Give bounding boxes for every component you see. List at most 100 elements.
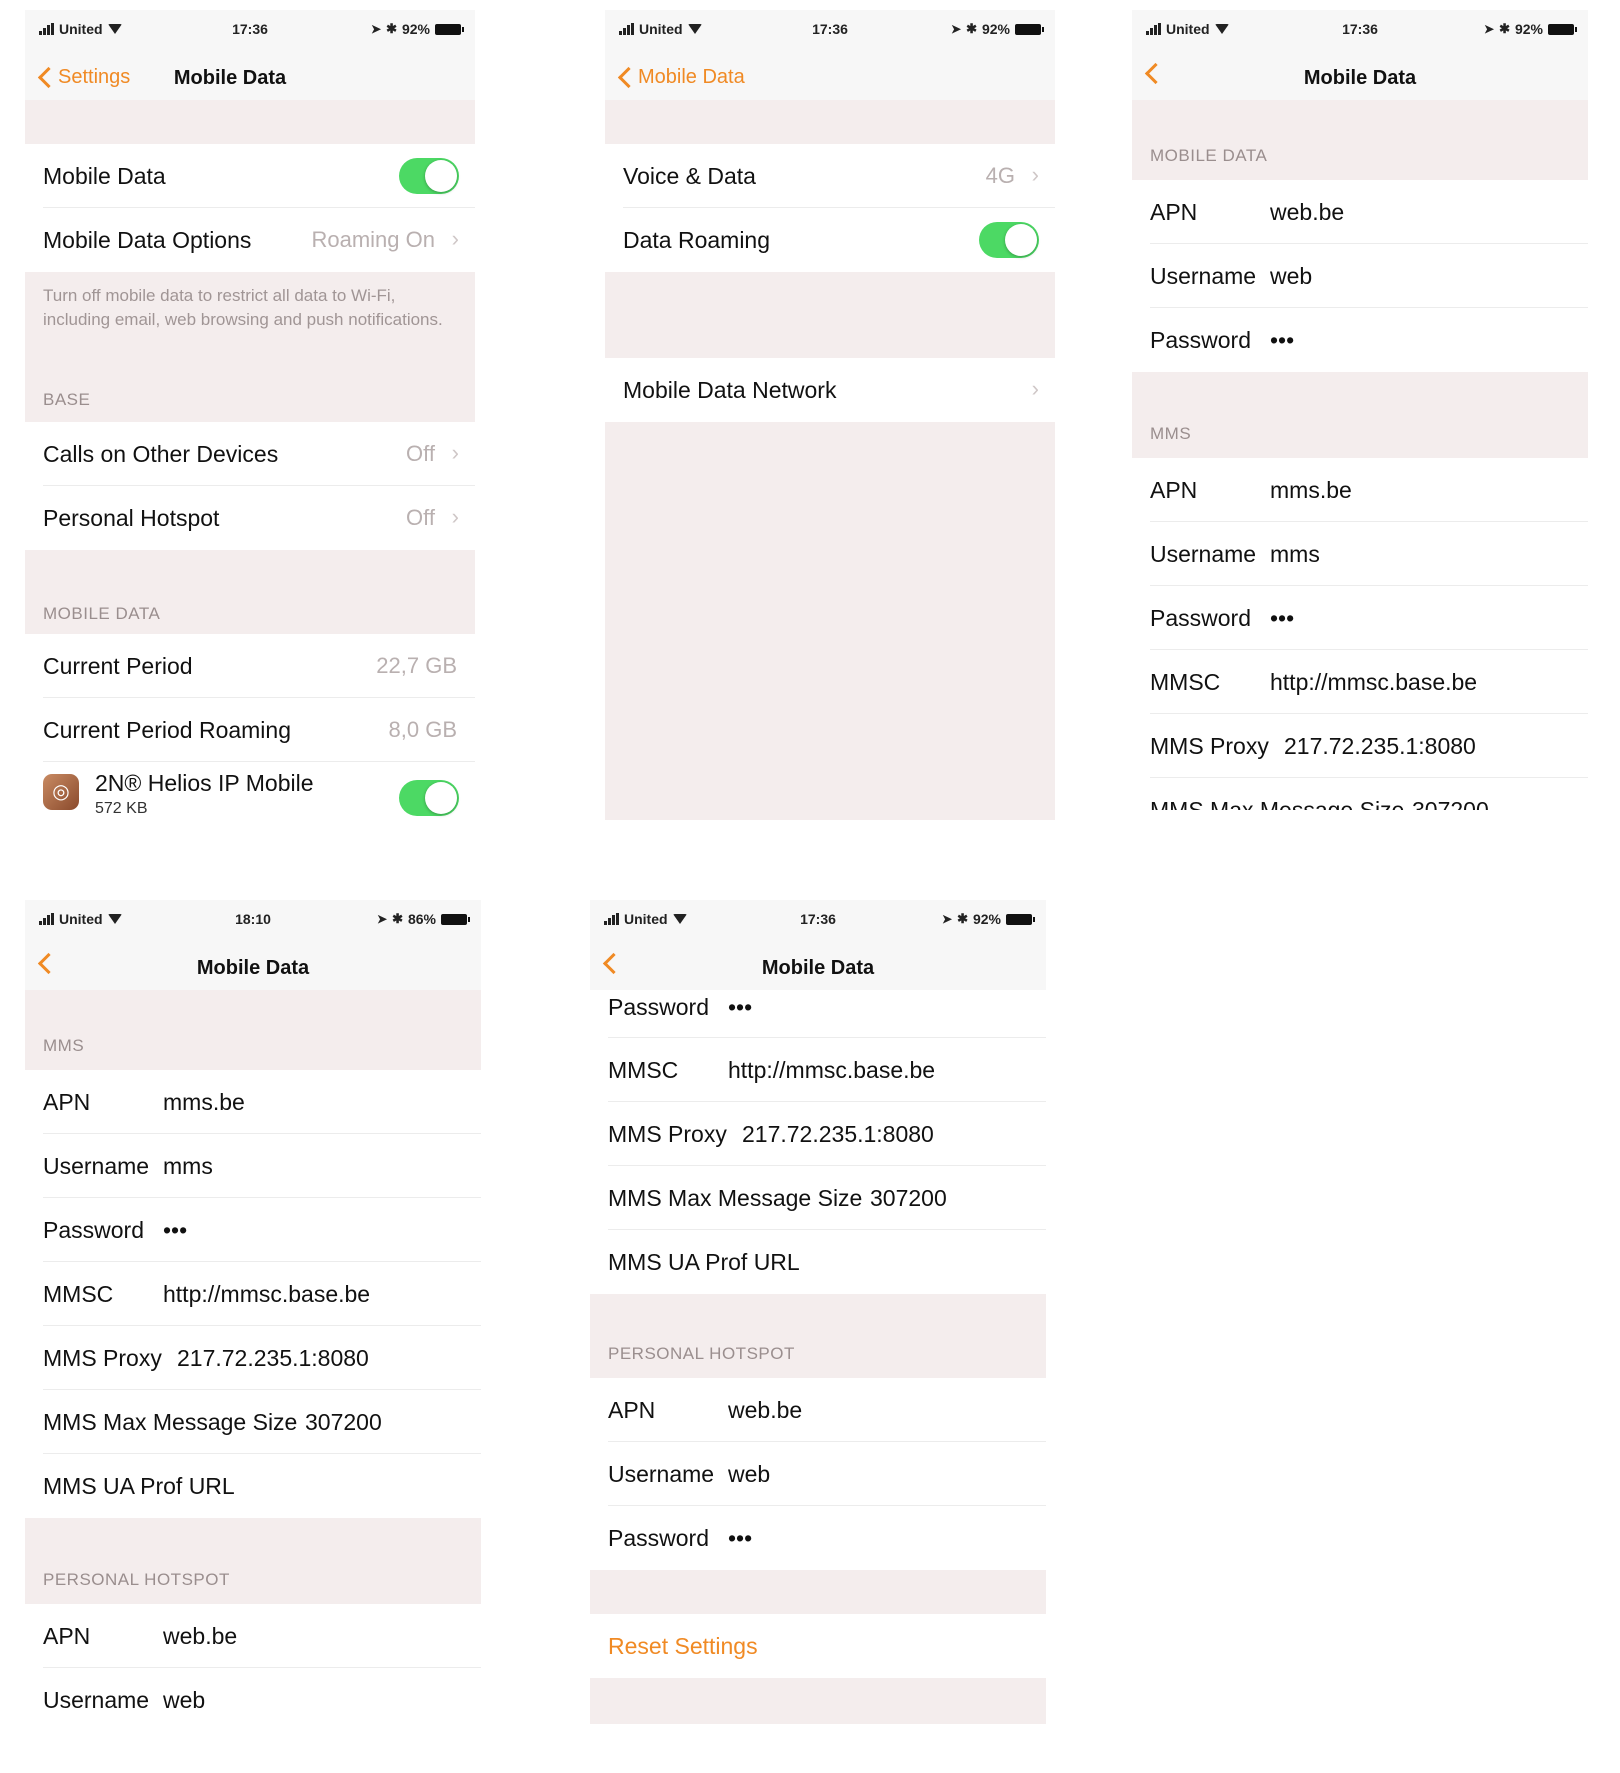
app-data-toggle[interactable] <box>399 780 459 816</box>
mms-proxy-field[interactable]: 217.72.235.1:8080 <box>742 1121 934 1148</box>
voice-data-row[interactable]: Voice & Data 4G › <box>605 144 1055 208</box>
hotspot-apn-field[interactable]: web.be <box>163 1623 237 1650</box>
location-icon: ➤ <box>942 912 953 926</box>
password-field[interactable]: ••• <box>1270 327 1294 354</box>
page-title: Mobile Data <box>196 957 310 979</box>
mms-proxy-row[interactable]: MMS Proxy 217.72.235.1:8080 <box>590 1102 1046 1166</box>
mms-proxy-field[interactable]: 217.72.235.1:8080 <box>177 1345 369 1372</box>
mmsc-field[interactable]: http://mmsc.base.be <box>1270 669 1477 696</box>
password-field[interactable]: ••• <box>728 994 752 1021</box>
hotspot-apn-field[interactable]: web.be <box>728 1397 802 1424</box>
section-header-personal-hotspot: PERSONAL HOTSPOT <box>43 1570 230 1589</box>
mmsc-row[interactable]: MMSC http://mmsc.base.be <box>25 1262 481 1326</box>
row-label: MMS Proxy <box>608 1121 727 1147</box>
mms-password-field[interactable]: ••• <box>1270 605 1294 632</box>
hotspot-password-row[interactable]: Password ••• <box>590 1506 1046 1570</box>
row-label: Current Period Roaming <box>43 717 292 743</box>
row-label: MMSC <box>43 1281 114 1307</box>
mms-apn-row[interactable]: APN mms.be <box>1132 458 1588 522</box>
screen-mms-settings: United 18:10 ➤ ✱ 86% Mobile Data MMS APN m… <box>25 900 481 1730</box>
bluetooth-icon: ✱ <box>392 911 403 926</box>
mms-username-row[interactable]: Username mms <box>1132 522 1588 586</box>
mobile-data-network-row[interactable]: Mobile Data Network › <box>605 358 1055 422</box>
hotspot-username-row[interactable]: Username web <box>590 1442 1046 1506</box>
mms-username-row[interactable]: Username mms <box>25 1134 481 1198</box>
mms-username-field[interactable]: mms <box>163 1153 213 1180</box>
section-group: MMS <box>25 990 481 1070</box>
mms-password-field[interactable]: ••• <box>163 1217 187 1244</box>
data-roaming-toggle[interactable] <box>979 222 1039 258</box>
section-group: MMS <box>1132 372 1588 458</box>
row-label: MMS Max Message Size <box>608 1185 863 1211</box>
mms-max-size-row[interactable]: MMS Max Message Size 307200 <box>590 1166 1046 1230</box>
row-label: Password <box>1150 605 1251 631</box>
mms-ua-prof-row[interactable]: MMS UA Prof URL <box>25 1454 481 1518</box>
row-label: APN <box>1150 199 1198 225</box>
mms-apn-field[interactable]: mms.be <box>1270 477 1352 504</box>
section-header-personal-hotspot: PERSONAL HOTSPOT <box>608 1344 795 1363</box>
mms-apn-field[interactable]: mms.be <box>163 1089 245 1116</box>
mobile-data-row: Mobile Data <box>25 144 475 208</box>
current-period-row: Current Period 22,7 GB <box>25 634 475 698</box>
row-label: MMS Proxy <box>1150 733 1269 759</box>
chevron-left-icon <box>617 66 640 89</box>
mmsc-row[interactable]: MMSC http://mmsc.base.be <box>590 1038 1046 1102</box>
section-spacer <box>590 1678 1046 1724</box>
mms-apn-row[interactable]: APN mms.be <box>25 1070 481 1134</box>
password-row[interactable]: Password ••• <box>1132 308 1588 372</box>
mms-ua-prof-row[interactable]: MMS UA Prof URL <box>590 1230 1046 1294</box>
mms-max-size-field[interactable]: 307200 <box>1412 797 1489 810</box>
section-group: MOBILE DATA <box>1132 100 1588 180</box>
hotspot-username-row[interactable]: Username web <box>25 1668 481 1730</box>
row-label: APN <box>43 1089 91 1115</box>
mms-proxy-row[interactable]: MMS Proxy 217.72.235.1:8080 <box>1132 714 1588 778</box>
hotspot-apn-row[interactable]: APN web.be <box>590 1378 1046 1442</box>
apn-field[interactable]: web.be <box>1270 199 1344 226</box>
mms-max-size-field[interactable]: 307200 <box>305 1409 382 1436</box>
mms-proxy-row[interactable]: MMS Proxy 217.72.235.1:8080 <box>25 1326 481 1390</box>
section-header-mobile-data: MOBILE DATA <box>43 604 161 623</box>
nav-bar: Mobile Data <box>605 54 1055 100</box>
mms-max-size-row[interactable]: MMS Max Message Size 307200 <box>1132 778 1588 810</box>
status-bar: United 18:10 ➤ ✱ 86% <box>25 900 481 944</box>
hotspot-apn-row[interactable]: APN web.be <box>25 1604 481 1668</box>
section-footer-group: Turn off mobile data to restrict all dat… <box>25 272 475 422</box>
app-data-size: 572 KB <box>95 800 148 817</box>
mms-proxy-field[interactable]: 217.72.235.1:8080 <box>1284 733 1476 760</box>
row-value: 4G <box>985 163 1015 188</box>
row-label: Current Period <box>43 653 193 679</box>
battery-percent: 92% <box>401 21 430 37</box>
mmsc-field[interactable]: http://mmsc.base.be <box>728 1057 935 1084</box>
mobile-data-options-row[interactable]: Mobile Data Options Roaming On › <box>25 208 475 272</box>
username-field[interactable]: web <box>1270 263 1312 290</box>
app-data-row: ◎ 2N® Helios IP Mobile 572 KB <box>25 762 475 834</box>
personal-hotspot-row[interactable]: Personal Hotspot Off › <box>25 486 475 550</box>
row-label: MMS UA Prof URL <box>608 1249 800 1275</box>
hotspot-username-field[interactable]: web <box>728 1461 770 1488</box>
mms-max-size-row[interactable]: MMS Max Message Size 307200 <box>25 1390 481 1454</box>
app-icon: ◎ <box>43 774 79 810</box>
reset-settings-button[interactable]: Reset Settings <box>608 1633 758 1660</box>
location-icon: ➤ <box>377 912 388 926</box>
reset-settings-row[interactable]: Reset Settings <box>590 1614 1046 1678</box>
apn-row[interactable]: APN web.be <box>1132 180 1588 244</box>
row-label: MMS Max Message Size <box>1150 797 1405 810</box>
chevron-right-icon: › <box>451 504 459 529</box>
hotspot-username-field[interactable]: web <box>163 1687 205 1714</box>
mmsc-field[interactable]: http://mmsc.base.be <box>163 1281 370 1308</box>
back-button[interactable]: Mobile Data <box>615 66 745 89</box>
mmsc-row[interactable]: MMSC http://mmsc.base.be <box>1132 650 1588 714</box>
section-group: MOBILE DATA <box>25 550 475 634</box>
hotspot-password-field[interactable]: ••• <box>728 1525 752 1552</box>
row-value: Roaming On <box>311 227 435 252</box>
mms-password-row[interactable]: Password ••• <box>1132 586 1588 650</box>
section-header-mobile-data: MOBILE DATA <box>1150 146 1268 165</box>
password-row[interactable]: Password ••• <box>590 990 1046 1038</box>
nav-bar: Settings Mobile Data <box>25 54 475 100</box>
mms-max-size-field[interactable]: 307200 <box>870 1185 947 1212</box>
mms-username-field[interactable]: mms <box>1270 541 1320 568</box>
mms-password-row[interactable]: Password ••• <box>25 1198 481 1262</box>
username-row[interactable]: Username web <box>1132 244 1588 308</box>
calls-other-devices-row[interactable]: Calls on Other Devices Off › <box>25 422 475 486</box>
mobile-data-toggle[interactable] <box>399 158 459 194</box>
